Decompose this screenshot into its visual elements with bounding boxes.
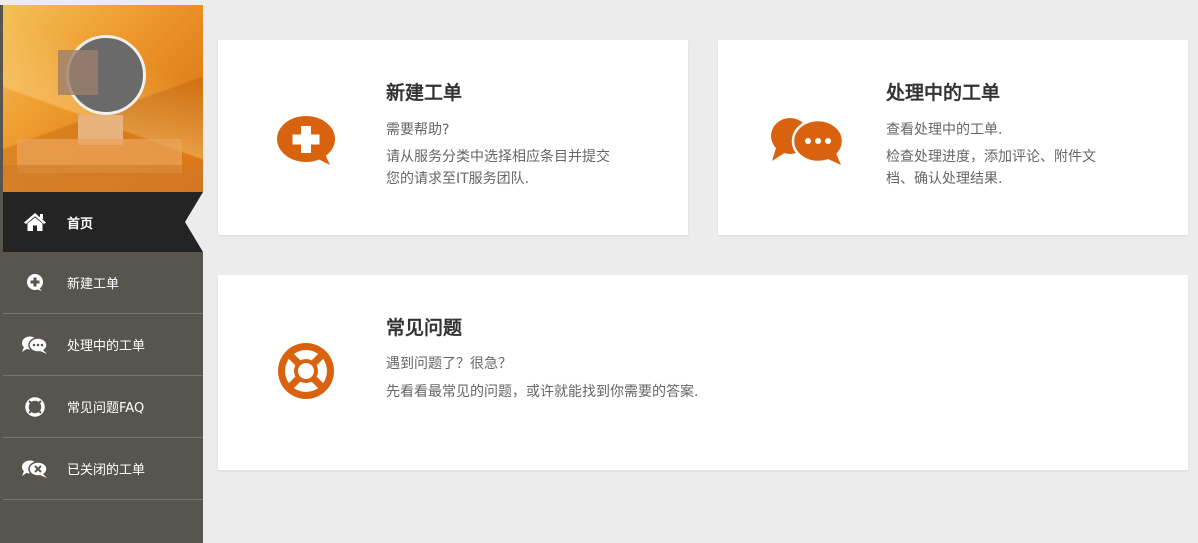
- card-line: 查看处理中的工单.: [886, 122, 1003, 138]
- lifebuoy-icon: [277, 342, 335, 404]
- sidebar-item-label: 新建工单: [67, 277, 120, 292]
- card-line: 您的请求至IT服务团队.: [386, 171, 530, 187]
- chat-plus-icon: [3, 273, 67, 293]
- sidebar-item-closed[interactable]: 已关闭的工单: [3, 438, 203, 500]
- lifebuoy-icon: [3, 396, 67, 417]
- card-line: 先看看最常见的问题，或许就能找到你需要的答案.: [386, 384, 699, 400]
- card-title: 常见问题: [386, 317, 463, 339]
- sidebar-item-label: 已关闭的工单: [67, 463, 146, 478]
- sidebar-item-processing[interactable]: 处理中的工单: [3, 314, 203, 376]
- sidebar-item-new-ticket[interactable]: 新建工单: [3, 252, 203, 314]
- faq-card[interactable]: 常见问题 遇到问题了？很急？ 先看看最常见的问题，或许就能找到你需要的答案.: [218, 275, 1188, 470]
- card-line: 请从服务分类中选择相应条目并提交: [386, 149, 610, 165]
- card-line: 检查处理进度，添加评论、附件文: [886, 149, 1096, 165]
- chat-bubbles-icon: [770, 116, 846, 170]
- chat-bubbles-icon: [3, 335, 67, 355]
- card-title: 处理中的工单: [886, 82, 1001, 104]
- sidebar-item-label: 首页: [67, 216, 94, 232]
- sidebar-item-label: 处理中的工单: [67, 339, 146, 354]
- card-line: 遇到问题了？很急？: [386, 356, 512, 372]
- home-icon: [3, 211, 67, 233]
- profile-banner: [3, 5, 203, 192]
- card-line: 档、确认处理结果.: [886, 171, 1003, 187]
- sidebar-nav: 首页 新建工单 处理中的工单 常见问题FAQ 已关闭的工单: [3, 192, 203, 500]
- chat-plus-icon: [276, 114, 338, 170]
- new-ticket-card[interactable]: 新建工单 需要帮助? 请从服务分类中选择相应条目并提交 您的请求至IT服务团队.: [218, 40, 688, 235]
- sidebar: 首页 新建工单 处理中的工单 常见问题FAQ 已关闭的工单: [0, 5, 203, 543]
- card-title: 新建工单: [386, 82, 463, 104]
- card-line: 需要帮助?: [386, 122, 450, 138]
- processing-card[interactable]: 处理中的工单 查看处理中的工单. 检查处理进度，添加评论、附件文 档、确认处理结…: [718, 40, 1188, 235]
- sidebar-item-home[interactable]: 首页: [3, 192, 203, 252]
- chat-closed-icon: [3, 459, 67, 479]
- sidebar-item-faq[interactable]: 常见问题FAQ: [3, 376, 203, 438]
- sidebar-item-label: 常见问题FAQ: [67, 401, 145, 416]
